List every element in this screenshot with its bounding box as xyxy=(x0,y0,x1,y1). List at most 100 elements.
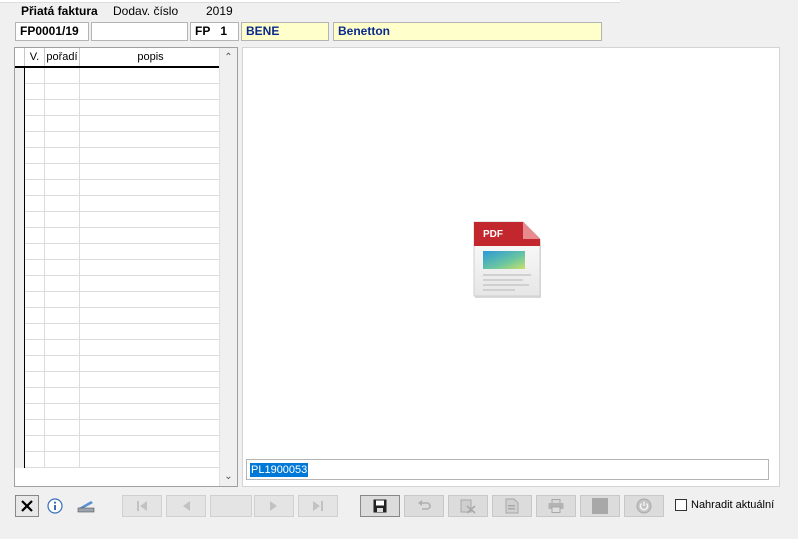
row-selector[interactable] xyxy=(15,436,25,452)
cell-description[interactable] xyxy=(80,308,221,324)
cell-description[interactable] xyxy=(80,436,221,452)
cell-description[interactable] xyxy=(80,420,221,436)
cell-order[interactable] xyxy=(45,324,80,340)
row-selector[interactable] xyxy=(15,356,25,372)
cell-order[interactable] xyxy=(45,132,80,148)
scan-button[interactable] xyxy=(74,495,98,517)
cell-description[interactable] xyxy=(80,324,221,340)
cell-v[interactable] xyxy=(25,324,45,340)
replace-current-checkbox[interactable] xyxy=(675,499,687,511)
cell-order[interactable] xyxy=(45,196,80,212)
cell-v[interactable] xyxy=(25,116,45,132)
cell-description[interactable] xyxy=(80,276,221,292)
cell-description[interactable] xyxy=(80,404,221,420)
table-row[interactable] xyxy=(15,164,221,180)
cell-order[interactable] xyxy=(45,356,80,372)
cell-description[interactable] xyxy=(80,116,221,132)
row-selector[interactable] xyxy=(15,324,25,340)
table-row[interactable] xyxy=(15,372,221,388)
cell-v[interactable] xyxy=(25,132,45,148)
table-row[interactable] xyxy=(15,404,221,420)
row-selector[interactable] xyxy=(15,132,25,148)
cell-order[interactable] xyxy=(45,452,80,468)
cell-v[interactable] xyxy=(25,148,45,164)
cell-v[interactable] xyxy=(25,436,45,452)
table-row[interactable] xyxy=(15,436,221,452)
col-header-description[interactable]: popis xyxy=(80,48,221,66)
row-selector[interactable] xyxy=(15,68,25,84)
cell-v[interactable] xyxy=(25,68,45,84)
cell-description[interactable] xyxy=(80,148,221,164)
row-selector[interactable] xyxy=(15,228,25,244)
save-button[interactable] xyxy=(360,495,400,517)
table-row[interactable] xyxy=(15,324,221,340)
cell-v[interactable] xyxy=(25,388,45,404)
cell-v[interactable] xyxy=(25,276,45,292)
print-button[interactable] xyxy=(536,495,576,517)
row-selector[interactable] xyxy=(15,388,25,404)
scroll-down-icon[interactable]: ⌄ xyxy=(220,468,237,485)
cell-order[interactable] xyxy=(45,436,80,452)
cell-order[interactable] xyxy=(45,212,80,228)
row-selector[interactable] xyxy=(15,244,25,260)
cell-v[interactable] xyxy=(25,420,45,436)
cell-order[interactable] xyxy=(45,308,80,324)
cell-v[interactable] xyxy=(25,260,45,276)
cell-description[interactable] xyxy=(80,356,221,372)
col-header-v[interactable]: V. xyxy=(25,48,45,66)
cell-v[interactable] xyxy=(25,340,45,356)
cell-description[interactable] xyxy=(80,452,221,468)
table-row[interactable] xyxy=(15,180,221,196)
cell-description[interactable] xyxy=(80,164,221,180)
table-row[interactable] xyxy=(15,244,221,260)
items-grid[interactable]: V. pořadí popis ⌃ ⌄ xyxy=(14,47,238,487)
row-selector[interactable] xyxy=(15,276,25,292)
row-selector[interactable] xyxy=(15,340,25,356)
table-row[interactable] xyxy=(15,148,221,164)
table-row[interactable] xyxy=(15,276,221,292)
cell-v[interactable] xyxy=(25,228,45,244)
row-selector[interactable] xyxy=(15,420,25,436)
row-selector[interactable] xyxy=(15,404,25,420)
cell-description[interactable] xyxy=(80,340,221,356)
cell-v[interactable] xyxy=(25,292,45,308)
cell-description[interactable] xyxy=(80,292,221,308)
cell-order[interactable] xyxy=(45,164,80,180)
table-row[interactable] xyxy=(15,260,221,276)
table-row[interactable] xyxy=(15,292,221,308)
cell-description[interactable] xyxy=(80,84,221,100)
cell-v[interactable] xyxy=(25,244,45,260)
cell-v[interactable] xyxy=(25,212,45,228)
cell-order[interactable] xyxy=(45,404,80,420)
table-row[interactable] xyxy=(15,340,221,356)
table-row[interactable] xyxy=(15,196,221,212)
cell-order[interactable] xyxy=(45,260,80,276)
cell-v[interactable] xyxy=(25,84,45,100)
cell-description[interactable] xyxy=(80,100,221,116)
last-record-button[interactable] xyxy=(298,495,338,517)
series-field[interactable]: FP 1 xyxy=(190,22,239,41)
row-selector[interactable] xyxy=(15,196,25,212)
cell-v[interactable] xyxy=(25,100,45,116)
cell-v[interactable] xyxy=(25,308,45,324)
document-preview[interactable]: PDF xyxy=(242,47,780,487)
row-selector[interactable] xyxy=(15,292,25,308)
grid-scrollbar[interactable]: ⌃ ⌄ xyxy=(219,48,237,486)
table-row[interactable] xyxy=(15,228,221,244)
file-name-field[interactable]: PL1900053 xyxy=(246,459,769,480)
cell-description[interactable] xyxy=(80,68,221,84)
cell-v[interactable] xyxy=(25,404,45,420)
table-row[interactable] xyxy=(15,452,221,468)
cell-order[interactable] xyxy=(45,388,80,404)
row-selector[interactable] xyxy=(15,180,25,196)
table-row[interactable] xyxy=(15,84,221,100)
cell-order[interactable] xyxy=(45,68,80,84)
doc-number-field[interactable]: FP0001/19 xyxy=(15,22,89,41)
cell-v[interactable] xyxy=(25,452,45,468)
cell-description[interactable] xyxy=(80,212,221,228)
info-button[interactable] xyxy=(44,495,66,517)
table-row[interactable] xyxy=(15,212,221,228)
cell-order[interactable] xyxy=(45,180,80,196)
cell-description[interactable] xyxy=(80,228,221,244)
power-button[interactable] xyxy=(624,495,664,517)
